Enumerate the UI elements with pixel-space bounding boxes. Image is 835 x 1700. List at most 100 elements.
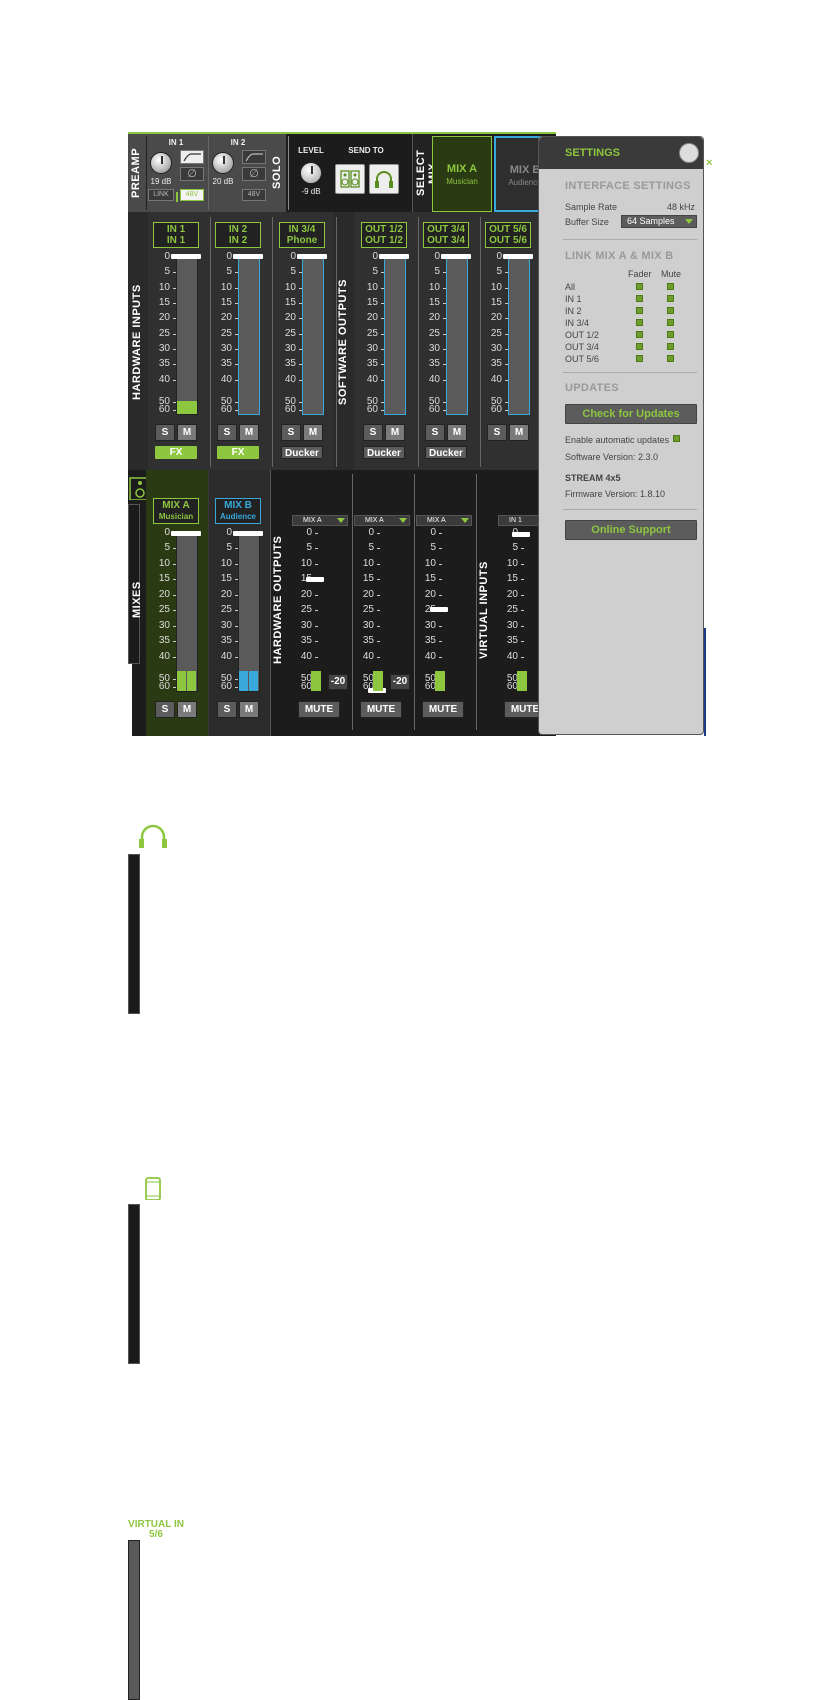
- link-mute-checkbox[interactable]: [667, 307, 674, 314]
- link-fader-checkbox[interactable]: [636, 295, 643, 302]
- fader-thumb-0[interactable]: [171, 254, 201, 259]
- mute-button-3[interactable]: M: [385, 424, 405, 441]
- ducker-button-2[interactable]: Ducker: [281, 446, 323, 459]
- link-fader-checkbox[interactable]: [636, 331, 643, 338]
- minus-20db-button-1[interactable]: -20: [390, 674, 410, 690]
- link-fader-checkbox[interactable]: [636, 355, 643, 362]
- mix-mute-button-0[interactable]: M: [177, 701, 197, 718]
- mute-button-1[interactable]: M: [239, 424, 259, 441]
- link-mute-checkbox[interactable]: [667, 295, 674, 302]
- fader-track-3[interactable]: [384, 255, 406, 415]
- mix-mute-button-1[interactable]: M: [239, 701, 259, 718]
- scale-tick: 5: [368, 542, 380, 554]
- scale-tick: 60: [220, 681, 239, 692]
- online-support-button[interactable]: Online Support: [565, 520, 697, 540]
- link-fader-checkbox[interactable]: [636, 319, 643, 326]
- mix-a-subtitle: Musician: [446, 177, 478, 186]
- divider: [336, 217, 337, 467]
- output-fader-track-1[interactable]: [128, 854, 140, 1014]
- link-fader-checkbox[interactable]: [636, 307, 643, 314]
- mix-fader-track-1[interactable]: [238, 532, 260, 692]
- fader-track-2[interactable]: [302, 255, 324, 415]
- fader-thumb-4[interactable]: [441, 254, 471, 259]
- in1-phantom-button[interactable]: 48V: [180, 189, 204, 201]
- output-fader-thumb-2[interactable]: [430, 606, 448, 612]
- fx-button-0[interactable]: FX: [155, 446, 197, 459]
- link-fader-checkbox[interactable]: [636, 283, 643, 290]
- link-fader-checkbox[interactable]: [636, 343, 643, 350]
- link-mute-checkbox[interactable]: [667, 343, 674, 350]
- fader-track-5[interactable]: [508, 255, 530, 415]
- mix-fader-thumb-1[interactable]: [233, 531, 263, 536]
- fader-thumb-1[interactable]: [233, 254, 263, 259]
- output-mute-button-0[interactable]: MUTE: [298, 701, 340, 718]
- device-name: STREAM 4x5: [565, 473, 621, 483]
- in1-highpass-button[interactable]: [180, 150, 204, 164]
- solo-button-1[interactable]: S: [217, 424, 237, 441]
- in1-gain-knob[interactable]: [150, 152, 172, 174]
- fader-thumb-2[interactable]: [297, 254, 327, 259]
- mix-fader-thumb-0[interactable]: [171, 531, 201, 536]
- scale-tick: 30: [428, 343, 447, 354]
- link-mute-checkbox[interactable]: [667, 355, 674, 362]
- minus-20db-button-0[interactable]: -20: [328, 674, 348, 690]
- mix-solo-button-0[interactable]: S: [155, 701, 175, 718]
- output-fader-track-3[interactable]: [128, 1540, 140, 1700]
- level-label: LEVEL: [298, 146, 324, 155]
- check-for-updates-button[interactable]: Check for Updates: [565, 404, 697, 424]
- scale-tick: 25: [428, 327, 447, 339]
- send-to-headphones-button[interactable]: [369, 164, 399, 194]
- output-fader-track-2[interactable]: [128, 1204, 140, 1364]
- output-meter-right-1: [378, 671, 383, 691]
- scale-tick: 15: [220, 297, 239, 308]
- level-knob[interactable]: [300, 162, 322, 184]
- mute-button-4[interactable]: M: [447, 424, 467, 441]
- scale-tick: 20: [506, 588, 525, 600]
- scale-tick: 25: [300, 604, 319, 616]
- ducker-button-4[interactable]: Ducker: [425, 446, 467, 459]
- close-settings-button[interactable]: ×: [679, 143, 712, 169]
- in2-highpass-button[interactable]: [242, 150, 266, 164]
- link-button[interactable]: LINK: [148, 189, 174, 201]
- link-mute-checkbox[interactable]: [667, 319, 674, 326]
- in2-phantom-button[interactable]: 48V: [242, 189, 266, 201]
- scale-tick: 25: [362, 604, 381, 616]
- select-mix-a-button[interactable]: MIX A Musician: [432, 136, 492, 212]
- inputs-section: HARDWARE INPUTS SOFTWARE OUTPUTS IN 1 IN …: [128, 212, 556, 470]
- fader-track-1[interactable]: [238, 255, 260, 415]
- fader-track-0[interactable]: [176, 255, 198, 415]
- scale-tick: 5: [306, 542, 318, 554]
- mix-solo-button-1[interactable]: S: [217, 701, 237, 718]
- send-to-speakers-button[interactable]: [335, 164, 365, 194]
- in1-phase-button[interactable]: ∅: [180, 167, 204, 181]
- auto-updates-checkbox[interactable]: [673, 435, 680, 442]
- solo-button-0[interactable]: S: [155, 424, 175, 441]
- output-mute-button-2[interactable]: MUTE: [422, 701, 464, 718]
- in2-gain-knob[interactable]: [212, 152, 234, 174]
- link-mute-checkbox[interactable]: [667, 331, 674, 338]
- scale-tick: 35: [220, 358, 239, 370]
- scale-tick: 60: [428, 404, 447, 415]
- output-fader-thumb-0[interactable]: [306, 577, 324, 583]
- mix-fader-track-0[interactable]: [176, 532, 198, 692]
- solo-button-2[interactable]: S: [281, 424, 301, 441]
- output-fader-thumb-3[interactable]: [512, 532, 530, 537]
- solo-button-3[interactable]: S: [363, 424, 383, 441]
- solo-button-4[interactable]: S: [425, 424, 445, 441]
- link-mute-checkbox[interactable]: [667, 283, 674, 290]
- mute-button-5[interactable]: M: [509, 424, 529, 441]
- buffer-size-select[interactable]: 64 Samples: [621, 215, 697, 228]
- fader-track-4[interactable]: [446, 255, 468, 415]
- divider: [270, 470, 271, 736]
- fader-thumb-5[interactable]: [503, 254, 533, 259]
- fx-button-1[interactable]: FX: [217, 446, 259, 459]
- in2-phase-button[interactable]: ∅: [242, 167, 266, 181]
- software-outputs-label: SOFTWARE OUTPUTS: [337, 279, 349, 405]
- scale-tick: 30: [506, 619, 525, 631]
- output-mute-button-1[interactable]: MUTE: [360, 701, 402, 718]
- ducker-button-3[interactable]: Ducker: [363, 446, 405, 459]
- solo-button-5[interactable]: S: [487, 424, 507, 441]
- mute-button-0[interactable]: M: [177, 424, 197, 441]
- mute-button-2[interactable]: M: [303, 424, 323, 441]
- fader-thumb-3[interactable]: [379, 254, 409, 259]
